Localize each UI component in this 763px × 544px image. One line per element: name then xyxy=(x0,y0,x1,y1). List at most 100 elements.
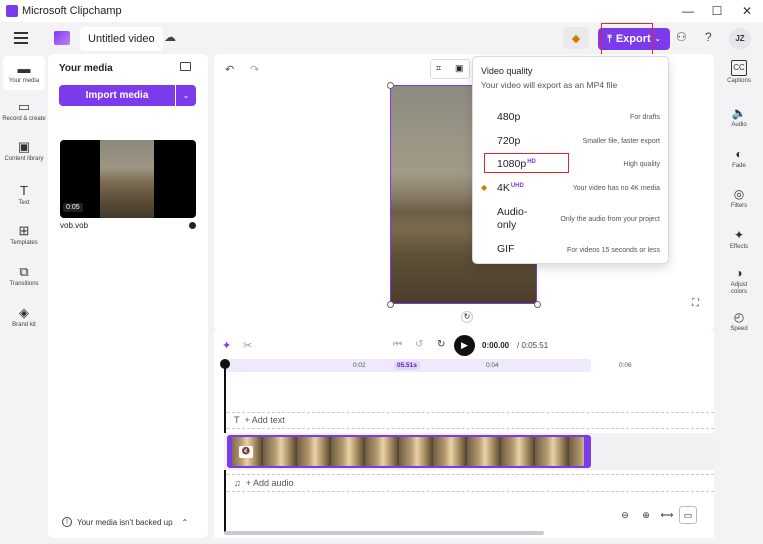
menu-title: Video quality xyxy=(481,66,533,76)
clip-left-handle[interactable] xyxy=(227,437,232,466)
add-audio-label: + Add audio xyxy=(245,478,294,488)
option-label: Audio-only xyxy=(497,206,528,231)
close-button[interactable]: ✕ xyxy=(733,0,761,22)
add-text-row[interactable]: T + Add text xyxy=(234,415,285,425)
crop-icon[interactable]: ⌗ xyxy=(436,63,441,74)
horizontal-scrollbar[interactable] xyxy=(224,531,544,535)
import-dropdown-button[interactable]: ⌄ xyxy=(176,85,196,106)
chevron-up-icon: ⌃ xyxy=(181,517,189,527)
play-button[interactable]: ▶ xyxy=(454,335,475,356)
library-icon: ▣ xyxy=(17,139,31,154)
fit-icon[interactable]: ▣ xyxy=(455,63,464,74)
forward-icon[interactable]: ↻ xyxy=(437,339,445,350)
ruler-tick: 0:06 xyxy=(619,362,632,369)
transitions-icon: ⧉ xyxy=(19,264,29,279)
quality-option-720p[interactable]: 720p Smaller file, faster export xyxy=(473,130,668,152)
nav-label: Content library xyxy=(4,156,44,162)
scissors-icon[interactable]: ✂ xyxy=(243,339,252,352)
nav-label: Record & create xyxy=(2,116,46,122)
filters-tool[interactable]: ◎ Filters xyxy=(722,187,756,210)
backup-status[interactable]: ! Your media isn't backed up ⌃ xyxy=(62,517,188,527)
import-media-button[interactable]: Import media xyxy=(59,85,175,106)
skip-back-icon[interactable]: ⏮ xyxy=(393,339,402,350)
right-panel: CC Captions 🔈 Audio ◐ Fade ◎ Filters ✦ E… xyxy=(718,54,763,354)
option-desc: For videos 15 seconds or less xyxy=(567,247,660,254)
nav-transitions[interactable]: ⧉ Transitions xyxy=(2,265,46,288)
help-button[interactable]: ? xyxy=(705,30,712,44)
captions-icon: CC xyxy=(731,60,747,76)
fade-tool[interactable]: ◐ Fade xyxy=(722,147,756,170)
zoom-out-icon[interactable]: ⊖ xyxy=(616,506,634,524)
zoom-in-icon[interactable]: ⊕ xyxy=(637,506,655,524)
fullscreen-icon[interactable]: ⛶ xyxy=(692,298,699,309)
minimize-button[interactable]: — xyxy=(674,0,702,22)
filters-icon: ◎ xyxy=(733,187,745,201)
timeline-view-icon[interactable]: ▭ xyxy=(679,506,697,524)
chevron-down-icon: ⌄ xyxy=(182,91,190,100)
redo-icon[interactable]: ↷ xyxy=(250,63,259,76)
maximize-button[interactable]: ☐ xyxy=(703,0,731,22)
diamond-icon: ◆ xyxy=(571,32,581,45)
quality-option-4k[interactable]: ◆ 4KUHD Your video has no 4K media xyxy=(473,177,668,199)
nav-brand-kit[interactable]: ◈ Brand kit xyxy=(2,306,46,329)
nav-content-library[interactable]: ▣ Content library xyxy=(2,140,46,163)
resize-handle[interactable] xyxy=(534,301,541,308)
quality-option-audio-only[interactable]: Audio-only Only the audio from your proj… xyxy=(473,202,668,236)
video-clip[interactable] xyxy=(227,435,591,468)
option-label: 480p xyxy=(497,111,521,123)
current-time: 0:00.00 xyxy=(482,341,510,350)
clip-right-handle[interactable] xyxy=(584,437,589,466)
media-thumbnail[interactable]: 0:05 xyxy=(60,140,196,218)
backup-text: Your media isn't backed up xyxy=(77,517,173,527)
project-title[interactable]: Untitled video xyxy=(80,27,163,51)
collapse-panel-icon[interactable] xyxy=(180,62,191,71)
sparkle-icon[interactable]: ✦ xyxy=(222,339,231,352)
undo-icon[interactable]: ↶ xyxy=(225,63,234,76)
cloud-off-icon[interactable]: ☁ xyxy=(164,30,176,44)
project-icon xyxy=(54,31,70,45)
text-track xyxy=(227,412,714,413)
nav-label: Brand kit xyxy=(12,322,36,328)
nav-text[interactable]: T Text xyxy=(2,184,46,207)
audio-tool[interactable]: 🔈 Audio xyxy=(722,106,756,129)
premium-diamond-button[interactable]: ◆ xyxy=(563,27,589,49)
speed-tool[interactable]: ◴ Speed xyxy=(722,310,756,333)
option-desc: Your video has no 4K media xyxy=(572,185,660,192)
captions-tool[interactable]: CC Captions xyxy=(722,60,756,85)
total-time: / 0:05.51 xyxy=(517,341,549,350)
tool-label: Captions xyxy=(727,78,751,84)
ruler-tick: 0:04 xyxy=(486,362,499,369)
fit-timeline-icon[interactable]: ⟷ xyxy=(658,506,676,524)
nav-record-create[interactable]: ▭ Record & create xyxy=(2,100,46,123)
folder-icon: ▬ xyxy=(17,61,31,76)
account-switch-icon[interactable]: ⚇ xyxy=(676,30,687,44)
option-label: 4KUHD xyxy=(497,182,524,194)
tool-label: Audio xyxy=(731,122,747,128)
quality-option-gif[interactable]: GIF For videos 15 seconds or less xyxy=(473,239,668,261)
camera-icon: ▭ xyxy=(17,99,31,114)
app-header: Untitled video ☁ ◆ ⤒ Export ⌄ ⚇ ? JZ xyxy=(0,22,763,59)
option-desc: For drafts xyxy=(630,114,660,121)
window-title: Microsoft Clipchamp xyxy=(22,5,122,17)
resize-handle[interactable] xyxy=(387,82,394,89)
menu-icon[interactable] xyxy=(14,32,28,44)
rewind-icon[interactable]: ↺ xyxy=(415,339,423,350)
mute-icon[interactable]: 🔇 xyxy=(239,446,253,458)
add-audio-row[interactable]: ♫ + Add audio xyxy=(234,478,294,488)
user-avatar[interactable]: JZ xyxy=(729,28,751,50)
nav-label: Text xyxy=(18,200,30,206)
playhead-knob[interactable] xyxy=(220,359,230,369)
chevron-down-icon: ⌄ xyxy=(654,36,661,43)
nav-templates[interactable]: ⊞ Templates xyxy=(2,224,46,247)
nav-label: Your media xyxy=(8,78,40,84)
rotate-icon[interactable]: ↻ xyxy=(461,311,473,323)
adjust-colors-tool[interactable]: ◑ Adjust colors xyxy=(722,266,756,296)
quality-option-480p[interactable]: 480p For drafts xyxy=(473,106,668,128)
title-bar: Microsoft Clipchamp — ☐ ✕ xyxy=(0,0,763,22)
timeline: ✦ ✂ ⏮ ↺ ↻ ▶ 0:00.00 / 0:05.51 0:02 05.51… xyxy=(214,332,714,538)
resize-handle[interactable] xyxy=(387,301,394,308)
zoom-controls: ⊖ ⊕ ⟷ ▭ xyxy=(616,504,704,526)
effects-tool[interactable]: ✦ Effects xyxy=(722,228,756,251)
nav-your-media[interactable]: ▬ Your media xyxy=(2,62,46,85)
tool-label: Fade xyxy=(732,163,746,169)
